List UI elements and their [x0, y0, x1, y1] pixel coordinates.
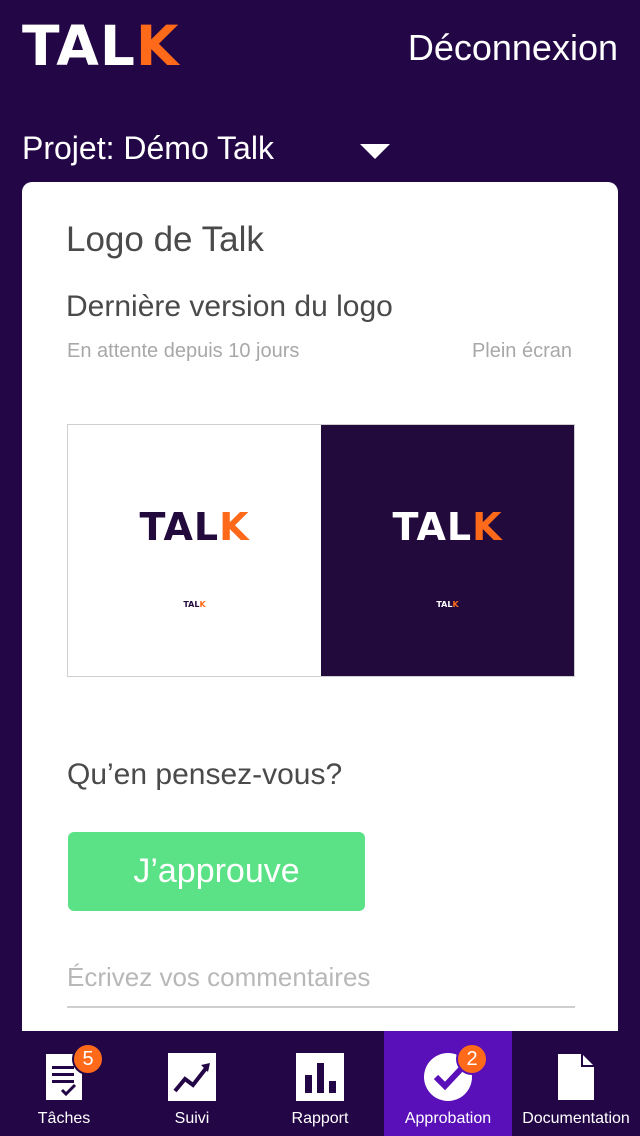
- preview-logo-main: TAL: [139, 505, 220, 549]
- card-subtitle: Dernière version du logo: [66, 290, 393, 323]
- logout-link[interactable]: Déconnexion: [408, 26, 618, 70]
- talk-logo: TALK: [22, 14, 179, 78]
- approvals-badge: 2: [456, 1043, 488, 1075]
- tab-taches[interactable]: 5 Tâches: [0, 1031, 128, 1136]
- caret-down-icon: [360, 144, 390, 159]
- logo-preview-dark: TALK TALK: [321, 425, 574, 676]
- project-label: Projet: Démo Talk: [22, 129, 274, 166]
- trend-chart-icon: [166, 1051, 218, 1103]
- logo-preview-image[interactable]: TALK TALK TALK TALK: [67, 424, 575, 677]
- preview-logo-accent: K: [472, 505, 503, 549]
- preview-logo-main: TAL: [436, 600, 453, 609]
- logo-preview-light: TALK TALK: [68, 425, 321, 676]
- logo-accent-text: K: [135, 14, 180, 78]
- tasks-badge: 5: [72, 1043, 104, 1075]
- preview-logo-accent: K: [219, 505, 250, 549]
- preview-logo-accent: K: [199, 600, 206, 609]
- card-title: Logo de Talk: [66, 220, 264, 259]
- preview-logo-small-dark: TALK: [321, 600, 574, 609]
- app-header: TALK Déconnexion: [0, 0, 640, 100]
- preview-logo-large-dark: TALK: [321, 505, 574, 549]
- comment-input[interactable]: [67, 948, 575, 1008]
- preview-logo-main: TAL: [183, 600, 200, 609]
- document-icon: [550, 1051, 602, 1103]
- pending-status: En attente depuis 10 jours: [67, 340, 300, 362]
- project-selector[interactable]: Projet: Démo Talk: [22, 126, 402, 170]
- tab-label: Suivi: [174, 1110, 210, 1127]
- tab-rapport[interactable]: Rapport: [256, 1031, 384, 1136]
- tab-label: Rapport: [291, 1110, 349, 1127]
- preview-logo-small-light: TALK: [68, 600, 321, 609]
- tab-documentation[interactable]: Documentation: [512, 1031, 640, 1136]
- fullscreen-link[interactable]: Plein écran: [472, 340, 572, 363]
- preview-logo-main: TAL: [392, 505, 473, 549]
- tab-suivi[interactable]: Suivi: [128, 1031, 256, 1136]
- tab-label: Tâches: [37, 1110, 91, 1127]
- logo-main-text: TAL: [22, 14, 136, 78]
- feedback-question: Qu’en pensez-vous?: [67, 758, 343, 791]
- tab-label: Documentation: [522, 1110, 630, 1127]
- approval-card: Logo de Talk Dernière version du logo En…: [22, 182, 618, 1082]
- tab-label: Approbation: [404, 1110, 492, 1127]
- approve-button[interactable]: J’approuve: [68, 832, 365, 911]
- preview-logo-large-light: TALK: [68, 505, 321, 549]
- tab-approbation[interactable]: 2 Approbation: [384, 1031, 512, 1136]
- preview-logo-accent: K: [452, 600, 459, 609]
- bottom-nav: 5 Tâches Suivi Rapport 2 Approbation Doc…: [0, 1031, 640, 1136]
- bar-chart-icon: [294, 1051, 346, 1103]
